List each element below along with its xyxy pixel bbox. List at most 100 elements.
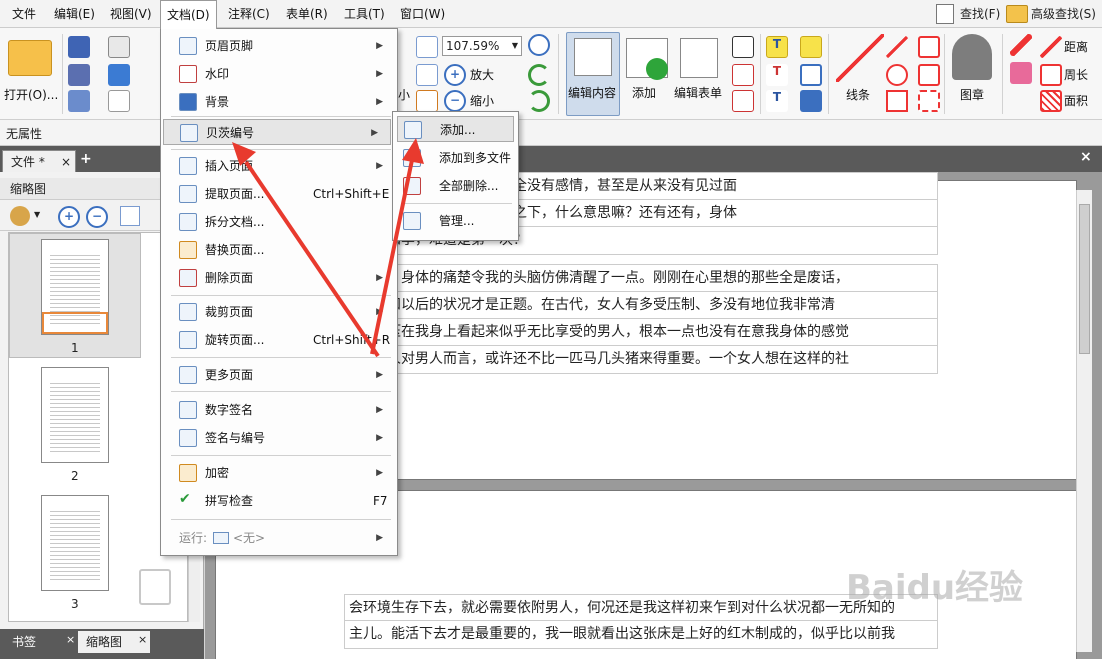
menu-item-bates-numbering[interactable]: 贝茨编号 ▶ — [163, 119, 391, 145]
submenu-item-add[interactable]: 添加... — [397, 116, 514, 142]
chevron-down-icon[interactable]: ▼ — [34, 210, 40, 219]
pencil-icon[interactable] — [1010, 34, 1032, 56]
rectangle-icon[interactable] — [886, 90, 908, 112]
page-thumbnail-3[interactable] — [41, 495, 109, 591]
find-icon[interactable] — [936, 4, 954, 24]
rotate-page-icon[interactable] — [120, 206, 140, 226]
advanced-find-button[interactable]: 高级查找(S) — [1031, 4, 1096, 24]
menu-item-more-pages[interactable]: 更多页面 ▶ — [163, 362, 395, 388]
zoom-magnifier-icon[interactable] — [528, 34, 550, 56]
menu-edit[interactable]: 编辑(E) — [48, 0, 101, 28]
rotate-left-icon[interactable] — [528, 64, 550, 86]
perimeter-label[interactable]: 周长 — [1064, 66, 1088, 83]
fit-width-icon[interactable] — [416, 64, 438, 86]
stamp-icon[interactable] — [952, 34, 992, 80]
find-button[interactable]: 查找(F) — [960, 4, 1000, 24]
menu-item-extract-pages[interactable]: 提取页面... Ctrl+Shift+E — [163, 181, 395, 207]
zoom-in-icon[interactable]: + — [444, 64, 466, 86]
add-label[interactable]: 添加 — [632, 84, 656, 101]
gear-icon[interactable] — [10, 206, 30, 226]
edit-form-icon[interactable] — [680, 38, 718, 78]
lines-label[interactable]: 线条 — [846, 86, 870, 103]
page-thumbnail-2[interactable] — [41, 367, 109, 463]
save-icon[interactable] — [68, 36, 90, 58]
new-document-icon[interactable] — [108, 90, 130, 112]
sound-icon[interactable] — [800, 90, 822, 112]
attachment-icon[interactable] — [800, 64, 822, 86]
zoom-out-icon[interactable]: − — [444, 90, 466, 112]
area-label[interactable]: 面积 — [1064, 92, 1088, 109]
close-document-icon[interactable]: × — [1080, 149, 1092, 165]
distance-icon[interactable] — [1040, 36, 1062, 58]
menu-tools[interactable]: 工具(T) — [338, 0, 391, 28]
menu-item-digital-signature[interactable]: 数字签名 ▶ — [163, 397, 395, 423]
zoom-out-label[interactable]: 缩小 — [470, 92, 494, 109]
edit-form-label[interactable]: 编辑表单 — [674, 84, 722, 101]
menu-item-replace-pages[interactable]: 替换页面... — [163, 237, 395, 263]
distance-label[interactable]: 距离 — [1064, 38, 1088, 55]
menu-comment[interactable]: 注释(C) — [222, 0, 276, 28]
menu-view[interactable]: 视图(V) — [104, 0, 158, 28]
text-callout-icon[interactable] — [732, 90, 754, 112]
arrow-tool-icon[interactable] — [886, 36, 908, 58]
zoom-select[interactable]: 107.59% ▼ — [442, 36, 522, 56]
menu-item-insert-pages[interactable]: 插入页面 ▶ — [163, 153, 395, 179]
menu-item-crop-pages[interactable]: 裁剪页面 ▶ — [163, 299, 395, 325]
scrollbar-thumb[interactable] — [1079, 204, 1090, 354]
folder-open-icon[interactable] — [8, 40, 52, 76]
fit-page-icon[interactable] — [416, 36, 438, 58]
menu-item-sign-and-number[interactable]: 签名与编号 ▶ — [163, 425, 395, 451]
menu-item-spell-check[interactable]: ✔ 拼写检查 F7 — [163, 488, 395, 514]
menu-item-header-footer[interactable]: 页眉页脚 ▶ — [163, 33, 395, 59]
tab-document[interactable]: 文件 * × — [2, 150, 76, 172]
menu-item-watermark[interactable]: 水印 ▶ — [163, 61, 395, 87]
eraser-icon[interactable] — [1010, 62, 1032, 84]
ellipse-icon[interactable] — [886, 64, 908, 86]
typewriter-icon[interactable]: T — [766, 36, 788, 58]
menu-item-background[interactable]: 背景 ▶ — [163, 89, 395, 115]
menu-item-run[interactable]: 运行: <无> ▶ — [163, 525, 395, 551]
open-button-label[interactable]: 打开(O)... — [4, 86, 58, 103]
cloud-shape-icon[interactable] — [918, 90, 940, 112]
note-icon[interactable] — [800, 36, 822, 58]
perimeter-icon[interactable] — [1040, 64, 1062, 86]
text-box-icon[interactable] — [732, 36, 754, 58]
menu-document[interactable]: 文档(D) — [160, 0, 217, 29]
menu-item-encrypt[interactable]: 加密 ▶ — [163, 460, 395, 486]
menu-item-rotate-pages[interactable]: 旋转页面... Ctrl+Shift+R — [163, 327, 395, 353]
underline-icon[interactable]: T — [766, 90, 788, 112]
polygon-icon[interactable] — [918, 36, 940, 58]
submenu-item-manage[interactable]: 管理... — [397, 208, 514, 234]
menu-window[interactable]: 窗口(W) — [394, 0, 451, 28]
menu-form[interactable]: 表单(R) — [280, 0, 334, 28]
close-icon[interactable]: × — [66, 633, 75, 646]
zoom-in-icon[interactable]: + — [58, 206, 80, 228]
document-scrollbar[interactable] — [1076, 190, 1092, 652]
new-tab-icon[interactable]: + — [80, 151, 92, 167]
submenu-item-add-to-multiple-files[interactable]: 添加到多文件 — [397, 145, 514, 171]
zoom-in-label[interactable]: 放大 — [470, 66, 494, 83]
page-thumbnail-1[interactable] — [41, 239, 109, 335]
menu-item-delete-pages[interactable]: 删除页面 ▶ — [163, 265, 395, 291]
email-icon[interactable] — [108, 36, 130, 58]
stamp-label[interactable]: 图章 — [960, 86, 984, 103]
submenu-item-delete-all[interactable]: 全部删除... — [397, 173, 514, 199]
thumbnails-title: 缩略图 — [10, 182, 47, 196]
rotate-right-icon[interactable] — [528, 90, 550, 112]
area-icon[interactable] — [1040, 90, 1062, 112]
close-icon[interactable]: × — [138, 633, 147, 646]
line-icon[interactable] — [836, 34, 884, 82]
tab-bookmarks[interactable]: 书签 — [4, 631, 44, 653]
menu-item-split-document[interactable]: 拆分文档... — [163, 209, 395, 235]
cloud-icon[interactable] — [108, 64, 130, 86]
export-icon[interactable] — [68, 90, 90, 112]
fit-visible-icon[interactable] — [416, 90, 438, 112]
zoom-out-icon[interactable]: − — [86, 206, 108, 228]
pentagon-icon[interactable] — [918, 64, 940, 86]
text-field-icon[interactable] — [732, 64, 754, 86]
menu-file[interactable]: 文件 — [6, 0, 42, 28]
close-icon[interactable]: × — [61, 151, 71, 173]
advanced-find-icon[interactable] — [1006, 5, 1028, 23]
print-icon[interactable] — [68, 64, 90, 86]
strikeout-icon[interactable]: T — [766, 64, 788, 86]
